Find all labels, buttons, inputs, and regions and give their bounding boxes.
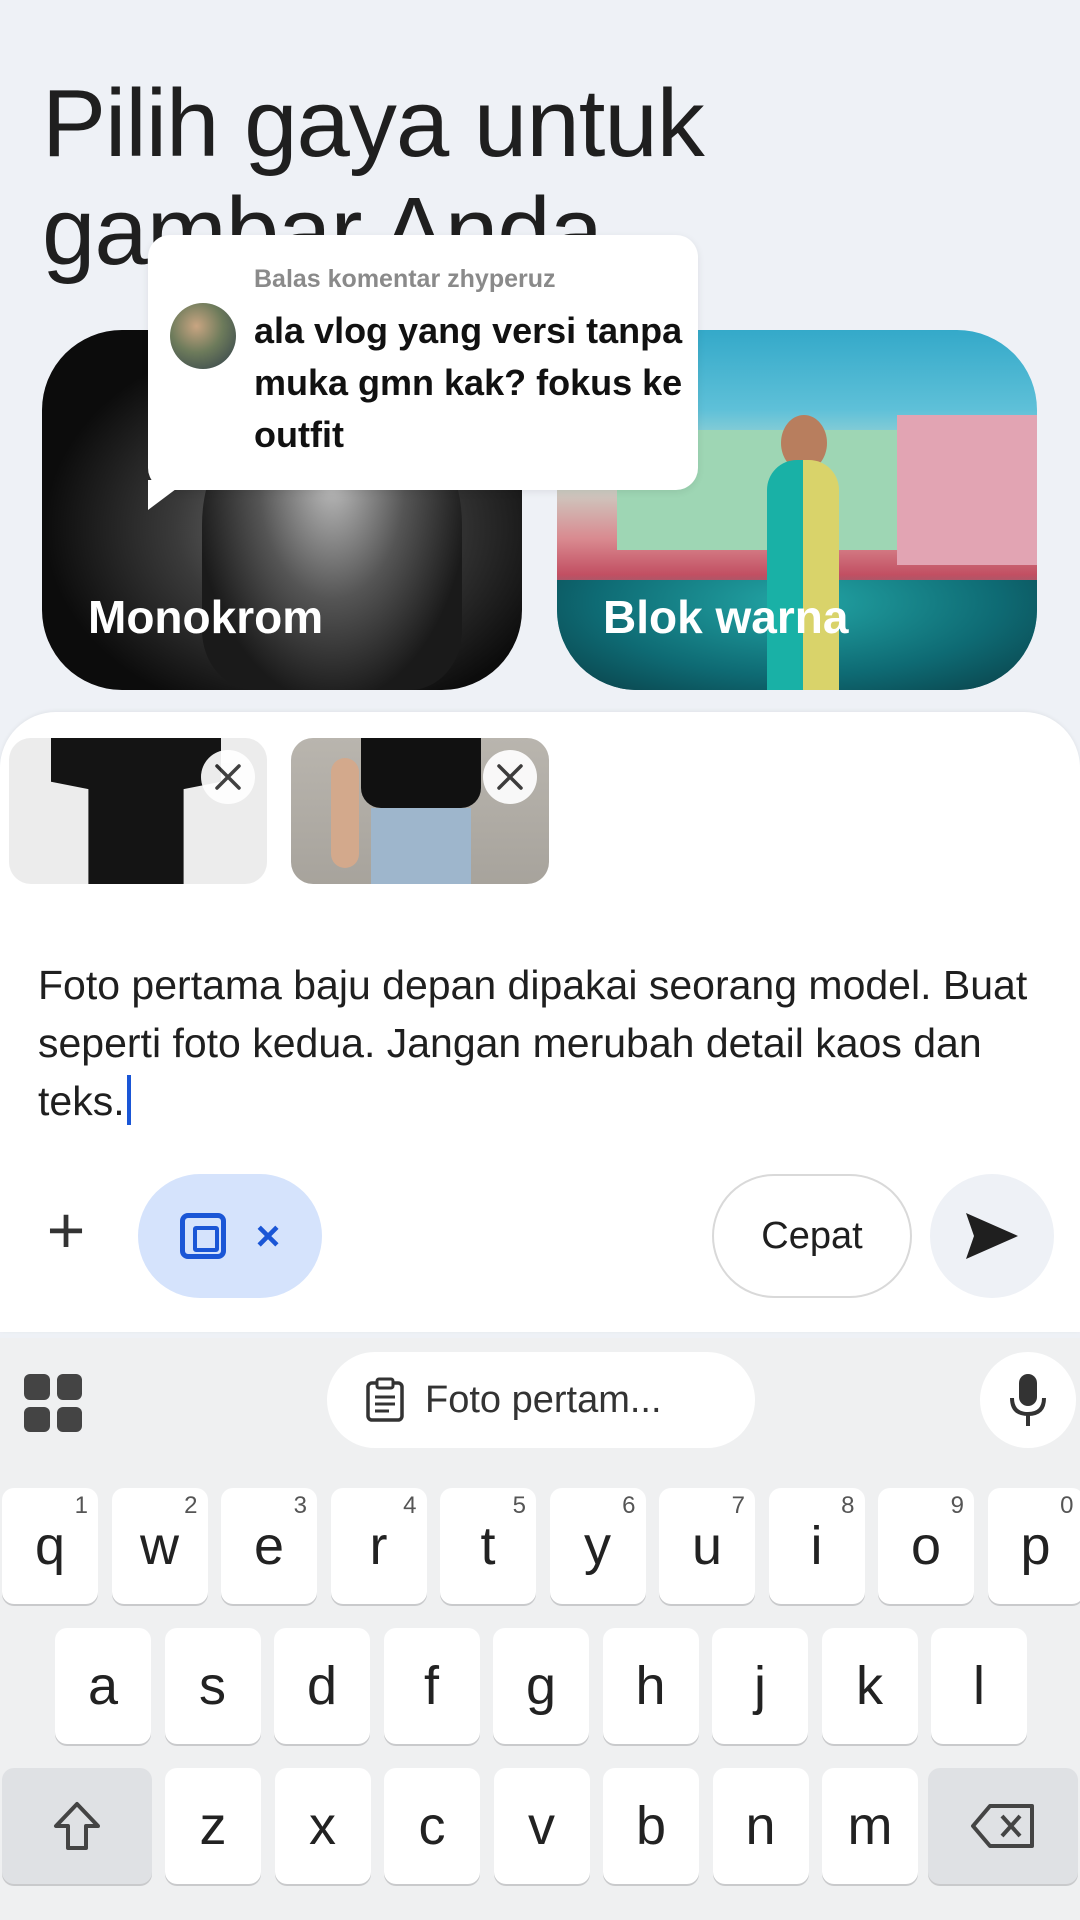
avatar: [170, 303, 236, 369]
shift-key[interactable]: [2, 1768, 152, 1884]
image-generation-icon: [179, 1213, 226, 1259]
model-torso: [361, 738, 481, 808]
prompt-input[interactable]: Foto pertama baju depan dipakai seorang …: [38, 956, 1038, 1130]
backspace-icon: [971, 1804, 1034, 1848]
close-icon: [497, 764, 523, 790]
key-hint: 2: [184, 1492, 198, 1519]
reply-comment-bubble: Balas komentar zhyperuz ala vlog yang ve…: [148, 235, 698, 490]
key-w[interactable]: w2: [111, 1488, 208, 1604]
key-p[interactable]: p0: [987, 1488, 1080, 1604]
key-j[interactable]: j: [712, 1628, 808, 1744]
remove-attachment-button[interactable]: [201, 750, 255, 804]
shift-icon: [54, 1802, 100, 1850]
key-i[interactable]: i8: [768, 1488, 865, 1604]
model-arm: [331, 758, 359, 868]
microphone-icon: [1010, 1374, 1046, 1426]
prompt-composer: Foto pertama baju depan dipakai seorang …: [0, 712, 1080, 1332]
key-g[interactable]: g: [493, 1628, 589, 1744]
send-button[interactable]: [930, 1174, 1054, 1298]
key-t[interactable]: t5: [440, 1488, 536, 1604]
key-f[interactable]: f: [383, 1628, 480, 1744]
microphone-button[interactable]: [980, 1352, 1076, 1448]
remove-tool-button[interactable]: ×: [256, 1212, 281, 1260]
key-b[interactable]: b: [603, 1768, 699, 1884]
apps-grid-icon[interactable]: [24, 1374, 82, 1432]
reply-to-label: Balas komentar zhyperuz: [254, 265, 556, 293]
key-z[interactable]: z: [165, 1768, 261, 1884]
model-jeans: [371, 808, 471, 884]
key-u[interactable]: u7: [659, 1488, 755, 1604]
key-c[interactable]: c: [384, 1768, 480, 1884]
key-x[interactable]: x: [274, 1768, 371, 1884]
style-card-label: Blok warna: [603, 591, 849, 643]
key-hint: 6: [622, 1492, 636, 1519]
key-r[interactable]: r4: [330, 1488, 427, 1604]
key-e[interactable]: e3: [221, 1488, 317, 1604]
model-speed-button[interactable]: Cepat: [712, 1174, 912, 1298]
key-q[interactable]: q1: [2, 1488, 98, 1604]
backspace-key[interactable]: [928, 1768, 1078, 1884]
clipboard-text: Foto pertam...: [425, 1378, 662, 1421]
key-k[interactable]: k: [821, 1628, 918, 1744]
key-hint: 8: [841, 1492, 855, 1519]
key-hint: 1: [74, 1492, 88, 1519]
key-hint: 9: [950, 1492, 964, 1519]
comment-text: ala vlog yang versi tanpa muka gmn kak? …: [254, 310, 683, 455]
key-hint: 4: [403, 1492, 417, 1519]
key-s[interactable]: s: [164, 1628, 261, 1744]
tshirt-image: [51, 738, 221, 884]
close-icon: [215, 764, 241, 790]
key-a[interactable]: a: [55, 1628, 151, 1744]
image-tool-chip[interactable]: ×: [138, 1174, 322, 1298]
clipboard-icon: [366, 1377, 404, 1422]
key-l[interactable]: l: [931, 1628, 1027, 1744]
attachment-thumbnail[interactable]: [291, 738, 549, 884]
clipboard-suggestion[interactable]: Foto pertam...: [327, 1352, 755, 1448]
text-cursor: [126, 1075, 131, 1125]
attachment-thumbnail[interactable]: [9, 738, 267, 884]
key-v[interactable]: v: [493, 1768, 590, 1884]
send-icon: [966, 1213, 1018, 1259]
key-y[interactable]: y6: [549, 1488, 646, 1604]
key-hint: 5: [512, 1492, 526, 1519]
key-hint: 3: [293, 1492, 307, 1519]
bubble-tail: [148, 480, 188, 510]
key-hint: 7: [731, 1492, 745, 1519]
model-figure: [767, 460, 839, 690]
style-card-label: Monokrom: [88, 591, 324, 643]
key-n[interactable]: n: [712, 1768, 809, 1884]
key-o[interactable]: o9: [878, 1488, 974, 1604]
scene-wall: [897, 415, 1037, 565]
add-button[interactable]: +: [36, 1197, 96, 1263]
prompt-text: Foto pertama baju depan dipakai seorang …: [38, 962, 1028, 1124]
key-d[interactable]: d: [274, 1628, 370, 1744]
key-m[interactable]: m: [822, 1768, 918, 1884]
keyboard-toolbar: Foto pertam...: [0, 1338, 1080, 1450]
key-hint: 0: [1060, 1492, 1074, 1519]
remove-attachment-button[interactable]: [483, 750, 537, 804]
keyboard: Foto pertam... q1w2e3r4t5y6u7i8o9p0 asdfg…: [0, 1338, 1080, 1920]
key-h[interactable]: h: [602, 1628, 699, 1744]
